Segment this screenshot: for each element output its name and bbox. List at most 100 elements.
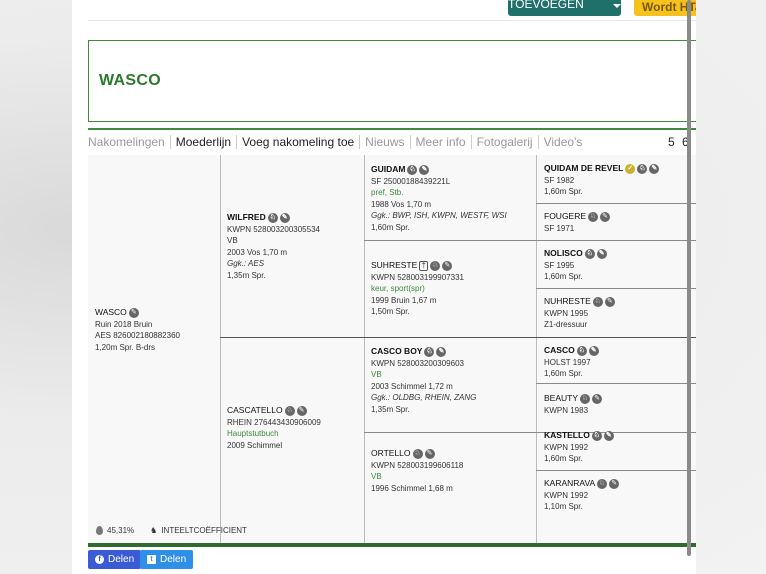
pedigree-ggp[interactable]: CASCO ♘ ✎ HOLST 1997 1,60m Spr. bbox=[544, 345, 599, 380]
offspring-icon[interactable]: ♘ bbox=[267, 212, 278, 223]
horse-info: 1,35m Spr. bbox=[371, 404, 410, 414]
tab-nieuws[interactable]: Nieuws bbox=[359, 135, 409, 149]
edit-icon[interactable]: ✎ bbox=[592, 393, 603, 404]
pedigree-sire[interactable]: WILFRED ♘ ✎ KWPN 528003200305534 VB 2003 V… bbox=[227, 212, 320, 281]
offspring-icon[interactable]: ♘ bbox=[597, 478, 608, 489]
pager[interactable]: 5 6 7 8 bbox=[668, 135, 696, 149]
edit-icon[interactable]: ✎ bbox=[419, 164, 430, 175]
horse-info: AES 826002180882360 bbox=[95, 331, 180, 340]
tab-bar: Nakomelingen Moederlijn Voeg nakomeling … bbox=[88, 135, 587, 149]
pedigree-divider bbox=[536, 288, 696, 289]
facebook-share-button[interactable]: f Delen bbox=[88, 550, 142, 569]
share-label: Delen bbox=[108, 554, 135, 565]
horse-info: 1996 Schimmel 1,68 m bbox=[371, 483, 453, 493]
offspring-icon[interactable]: ♘ bbox=[424, 346, 435, 357]
edit-icon[interactable]: ✎ bbox=[604, 296, 615, 307]
offspring-icon[interactable]: ♘ bbox=[407, 164, 418, 175]
horse-info: 1,60m Spr. bbox=[544, 272, 583, 281]
horse-name: QUIDAM DE REVEL bbox=[544, 163, 624, 173]
offspring-icon[interactable]: ♘ bbox=[592, 296, 603, 307]
scrollbar[interactable] bbox=[687, 0, 691, 556]
pedigree-dam-sire[interactable]: CASCO BOY ♘ ✎ KWPN 528003200309603 VB 2003… bbox=[371, 346, 476, 415]
horse-info: HOLST 1997 bbox=[544, 357, 591, 367]
horse-name: NOLISCO bbox=[544, 248, 583, 258]
inbreeding-coefficient: 45,31% ♞ INTEELTCOËFFICIENT bbox=[96, 526, 247, 535]
edit-icon[interactable]: ✎ bbox=[442, 260, 453, 271]
pedigree-divider bbox=[364, 240, 696, 241]
horse-info: SF 25000188439221L bbox=[371, 176, 451, 186]
offspring-icon[interactable]: ♘ bbox=[284, 405, 295, 416]
horse-info: Ruin 2018 Bruin bbox=[95, 319, 153, 329]
horse-info: 2009 Schimmel bbox=[227, 440, 283, 450]
bottom-divider bbox=[88, 543, 696, 547]
pedigree-column-divider bbox=[220, 155, 221, 543]
horse-info: VB bbox=[371, 370, 382, 379]
inbreeding-percent: 45,31% bbox=[107, 526, 135, 535]
caret-down-icon bbox=[613, 4, 621, 8]
horse-info: VB bbox=[227, 236, 238, 245]
share-label: Delen bbox=[160, 554, 187, 565]
edit-icon[interactable]: ✎ bbox=[296, 405, 307, 416]
pedigree-divider bbox=[364, 432, 696, 433]
offspring-icon[interactable]: ♘ bbox=[430, 260, 441, 271]
edit-icon[interactable]: ✎ bbox=[649, 163, 660, 174]
edit-icon[interactable]: ✎ bbox=[436, 346, 447, 357]
pedigree-ggp[interactable]: NUHRESTE ♘ ✎ KWPN 1995 Z1-dressuur bbox=[544, 296, 615, 331]
horse-info: pref, Stb. bbox=[371, 188, 404, 197]
edit-icon[interactable]: ✎ bbox=[603, 430, 614, 441]
pedigree-dam-dam[interactable]: ORTELLO ♘ ✎ KWPN 528003199606118 VB 1996 S… bbox=[371, 448, 463, 494]
pedigree-ggp[interactable]: KASTELLO ♘ ✎ KWPN 1992 1,60m Spr. bbox=[544, 430, 614, 465]
horse-info: Ggk.: BWP, ISH, KWPN, WESTF, WSI bbox=[371, 211, 507, 220]
edit-icon[interactable]: ✎ bbox=[600, 211, 611, 222]
pedigree-dam[interactable]: CASCATELLO ♘ ✎ RHEIN 276443430906009 Haupt… bbox=[227, 405, 321, 451]
horse-info: keur, sport(spr) bbox=[371, 284, 425, 293]
pedigree-sire-dam[interactable]: SUHRESTE † ♘ ✎ KWPN 528003199907331 keur, s… bbox=[371, 260, 464, 318]
edit-icon[interactable]: ✎ bbox=[279, 212, 290, 223]
offspring-icon[interactable]: ♘ bbox=[412, 448, 423, 459]
add-horse-label: PAARD TOEVOEGEN bbox=[508, 0, 584, 11]
tab-nakomelingen[interactable]: Nakomelingen bbox=[88, 135, 170, 149]
tab-voeg-nakomeling-toe[interactable]: Voeg nakomeling toe bbox=[236, 135, 359, 149]
pedigree-subject[interactable]: WASCO ✎ Ruin 2018 Bruin AES 8260021808823… bbox=[95, 307, 180, 353]
tab-fotogalerij[interactable]: Fotogalerij bbox=[470, 135, 538, 149]
gold-badge-icon: ✓ bbox=[625, 163, 636, 174]
pedigree-ggp[interactable]: KARANRAVA ♘ ✎ KWPN 1992 1,10m Spr. bbox=[544, 478, 620, 513]
horse-name: NUHRESTE bbox=[544, 296, 591, 306]
tab-videos[interactable]: Video's bbox=[537, 135, 588, 149]
header-divider bbox=[88, 20, 696, 21]
horse-info: KWPN 1992 bbox=[544, 490, 589, 500]
horse-info: 1,60m Spr. bbox=[544, 454, 583, 463]
pedigree-divider bbox=[536, 203, 696, 204]
horse-info: 1988 Vos 1,70 m bbox=[371, 199, 432, 209]
tab-meer-info[interactable]: Meer info bbox=[409, 135, 471, 149]
twitter-share-button[interactable]: t Delen bbox=[140, 550, 194, 569]
horse-info: SF 1982 bbox=[544, 175, 575, 185]
pedigree-ggp[interactable]: BEAUTY ♘ ✎ KWPN 1983 bbox=[544, 393, 603, 416]
tabs-divider bbox=[88, 128, 696, 130]
horse-info: VB bbox=[371, 472, 382, 481]
horse-info: 1,60m Spr. bbox=[371, 222, 410, 232]
edit-icon[interactable]: ✎ bbox=[424, 448, 435, 459]
offspring-icon[interactable]: ♘ bbox=[588, 211, 599, 222]
drop-icon bbox=[96, 526, 103, 535]
pedigree-ggp[interactable]: NOLISCO ♘ ✎ SF 1995 1,60m Spr. bbox=[544, 248, 607, 283]
horse-name: ORTELLO bbox=[371, 448, 411, 458]
offspring-icon[interactable]: ♘ bbox=[576, 345, 587, 356]
edit-icon[interactable]: ✎ bbox=[128, 307, 139, 318]
pedigree-ggp[interactable]: FOUGERE ♘ ✎ SF 1971 bbox=[544, 211, 611, 234]
horse-info: Ggk.: OLDBG, RHEIN, ZANG bbox=[371, 393, 477, 402]
horse-icon: ♞ bbox=[150, 526, 158, 535]
offspring-icon[interactable]: ♘ bbox=[591, 430, 602, 441]
edit-icon[interactable]: ✎ bbox=[588, 345, 599, 356]
add-horse-button[interactable]: PAARD TOEVOEGEN bbox=[508, 0, 621, 16]
tab-moederlijn[interactable]: Moederlijn bbox=[169, 135, 236, 149]
title-box: WASCO bbox=[88, 40, 696, 122]
horse-info: 1,60m Spr. bbox=[544, 369, 583, 378]
edit-icon[interactable]: ✎ bbox=[609, 478, 620, 489]
offspring-icon[interactable]: ♘ bbox=[580, 393, 591, 404]
edit-icon[interactable]: ✎ bbox=[596, 248, 607, 259]
pedigree-sire-sire[interactable]: GUIDAM ♘ ✎ SF 25000188439221L pref, Stb. 1… bbox=[371, 164, 507, 233]
offspring-icon[interactable]: ♘ bbox=[584, 248, 595, 259]
offspring-icon[interactable]: ♘ bbox=[637, 163, 648, 174]
pedigree-ggp[interactable]: QUIDAM DE REVEL ✓ ♘ ✎ SF 1982 1,60m Spr. bbox=[544, 163, 660, 198]
